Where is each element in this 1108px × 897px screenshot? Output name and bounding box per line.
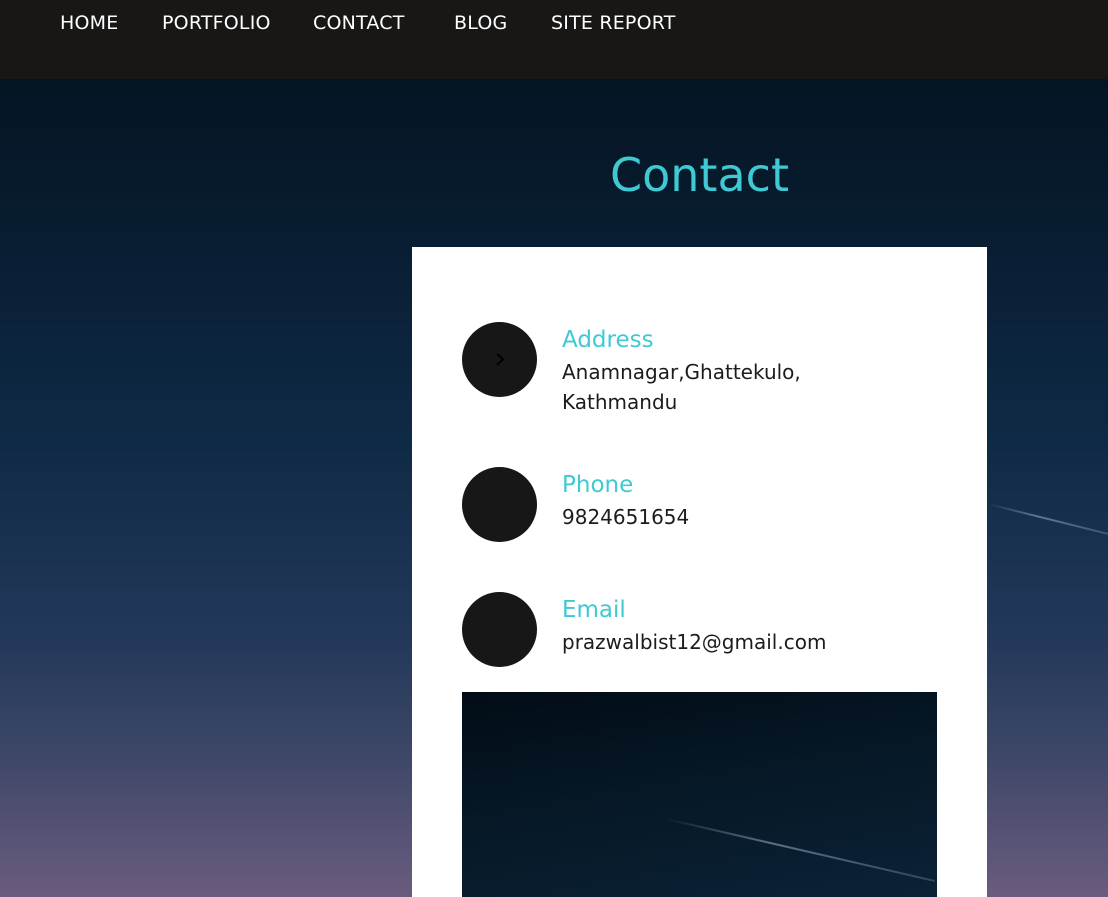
frame-streak <box>661 817 936 882</box>
phone-value: 9824651654 <box>562 505 690 529</box>
nav-blog-link[interactable]: BLOG <box>454 12 507 34</box>
address-line-1: Anamnagar,Ghattekulo, <box>562 360 801 384</box>
email-value[interactable]: prazwalbist12@gmail.com <box>562 627 942 657</box>
email-row: Email prazwalbist12@gmail.com <box>462 592 942 672</box>
address-icon-circle <box>462 322 537 397</box>
embedded-image-frame[interactable] <box>462 692 937 897</box>
chevron-right-icon <box>496 353 505 366</box>
phone-title: Phone <box>562 472 634 498</box>
nav-home-link[interactable]: HOME <box>60 12 118 34</box>
address-line-2: Kathmandu <box>562 390 678 414</box>
page-title: Contact <box>610 148 789 202</box>
contact-card: Address Anamnagar,Ghattekulo, Kathmandu … <box>412 247 987 897</box>
nav-portfolio-link[interactable]: PORTFOLIO <box>162 12 271 34</box>
email-icon-circle <box>462 592 537 667</box>
address-value: Anamnagar,Ghattekulo, Kathmandu <box>562 357 942 417</box>
background-streak <box>987 503 1108 537</box>
phone-text-block: Phone 9824651654 <box>562 471 942 532</box>
email-title: Email <box>562 597 626 623</box>
address-row: Address Anamnagar,Ghattekulo, Kathmandu <box>462 322 942 422</box>
nav-site-report-link[interactable]: SITE REPORT <box>551 12 676 34</box>
nav-contact-link[interactable]: CONTACT <box>313 12 405 34</box>
email-text-block: Email prazwalbist12@gmail.com <box>562 596 942 657</box>
address-title: Address <box>562 327 654 353</box>
top-navbar: HOME PORTFOLIO CONTACT BLOG SITE REPORT <box>0 0 1108 79</box>
address-text-block: Address Anamnagar,Ghattekulo, Kathmandu <box>562 326 942 417</box>
phone-row: Phone 9824651654 <box>462 467 942 547</box>
phone-icon-circle <box>462 467 537 542</box>
